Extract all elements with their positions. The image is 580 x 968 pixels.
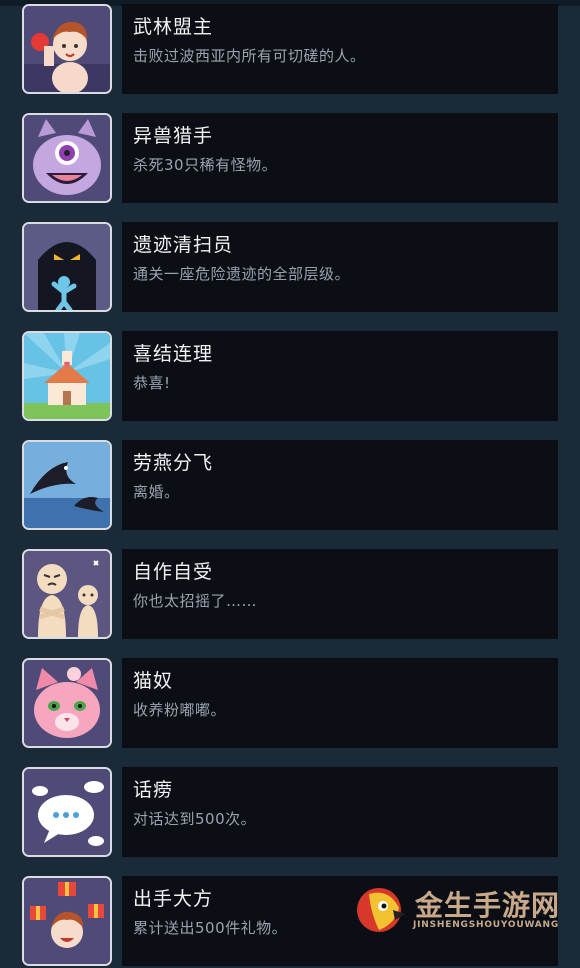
achievement-desc: 对话达到500次。	[133, 810, 257, 828]
ruins-shadow-icon	[22, 222, 112, 312]
achievement-list: 武林盟主 击败过波西亚内所有可切磋的人。 异兽猎手 杀死30只稀有怪物。 遗迹清…	[0, 0, 580, 966]
achievement-item[interactable]: 话痨 对话达到500次。	[0, 767, 580, 859]
gifts-icon	[22, 876, 112, 966]
achievement-panel: 异兽猎手 杀死30只稀有怪物。	[122, 113, 558, 203]
achievement-item[interactable]: 猫奴 收养粉嘟嘟。	[0, 658, 580, 750]
achievement-desc: 恭喜!	[133, 374, 171, 392]
achievement-panel: 遗迹清扫员 通关一座危险遗迹的全部层级。	[122, 222, 558, 312]
achievement-desc: 离婚。	[133, 483, 180, 501]
chapel-icon	[22, 331, 112, 421]
achievement-panel: 猫奴 收养粉嘟嘟。	[122, 658, 558, 748]
achievement-title: 武林盟主	[133, 16, 214, 38]
achievement-panel: 劳燕分飞 离婚。	[122, 440, 558, 530]
achievement-panel: 自作自受 你也太招摇了……	[122, 549, 558, 639]
achievement-item[interactable]: 遗迹清扫员 通关一座危险遗迹的全部层级。	[0, 222, 580, 314]
achievement-title: 异兽猎手	[133, 125, 214, 147]
achievement-title: 话痨	[133, 779, 174, 801]
achievement-title: 出手大方	[133, 888, 214, 910]
achievement-desc: 收养粉嘟嘟。	[133, 701, 227, 719]
one-eyed-monster-icon	[22, 113, 112, 203]
achievement-item[interactable]: 劳燕分飞 离婚。	[0, 440, 580, 532]
achievement-item[interactable]: 喜结连理 恭喜!	[0, 331, 580, 423]
achievement-item[interactable]: 异兽猎手 杀死30只稀有怪物。	[0, 113, 580, 205]
pink-cat-icon	[22, 658, 112, 748]
achievement-panel: 喜结连理 恭喜!	[122, 331, 558, 421]
achievement-desc: 杀死30只稀有怪物。	[133, 156, 278, 174]
achievement-desc: 击败过波西亚内所有可切磋的人。	[133, 47, 366, 65]
watermark-en: JINSHENGSHOUYOUWANG	[413, 920, 560, 930]
boxer-icon	[22, 4, 112, 94]
achievement-title: 自作自受	[133, 561, 214, 583]
angry-figures-icon	[22, 549, 112, 639]
achievement-item[interactable]: 武林盟主 击败过波西亚内所有可切磋的人。	[0, 4, 580, 96]
achievement-title: 遗迹清扫员	[133, 234, 234, 256]
achievement-title: 猫奴	[133, 670, 174, 692]
watermark-cn: 金生手游网	[415, 889, 561, 922]
achievement-desc: 通关一座危险遗迹的全部层级。	[133, 265, 351, 283]
achievement-title: 喜结连理	[133, 343, 214, 365]
achievement-desc: 累计送出500件礼物。	[133, 919, 288, 937]
achievement-panel: 武林盟主 击败过波西亚内所有可切磋的人。	[122, 4, 558, 94]
parrot-logo-icon	[357, 888, 405, 932]
achievement-item[interactable]: 自作自受 你也太招摇了……	[0, 549, 580, 641]
achievement-title: 劳燕分飞	[133, 452, 214, 474]
achievement-desc: 你也太招摇了……	[133, 592, 258, 610]
site-watermark: 金生手游网 JINSHENGSHOUYOUWANG	[355, 882, 577, 938]
achievement-panel: 话痨 对话达到500次。	[122, 767, 558, 857]
speech-bubbles-icon	[22, 767, 112, 857]
swallows-icon	[22, 440, 112, 530]
